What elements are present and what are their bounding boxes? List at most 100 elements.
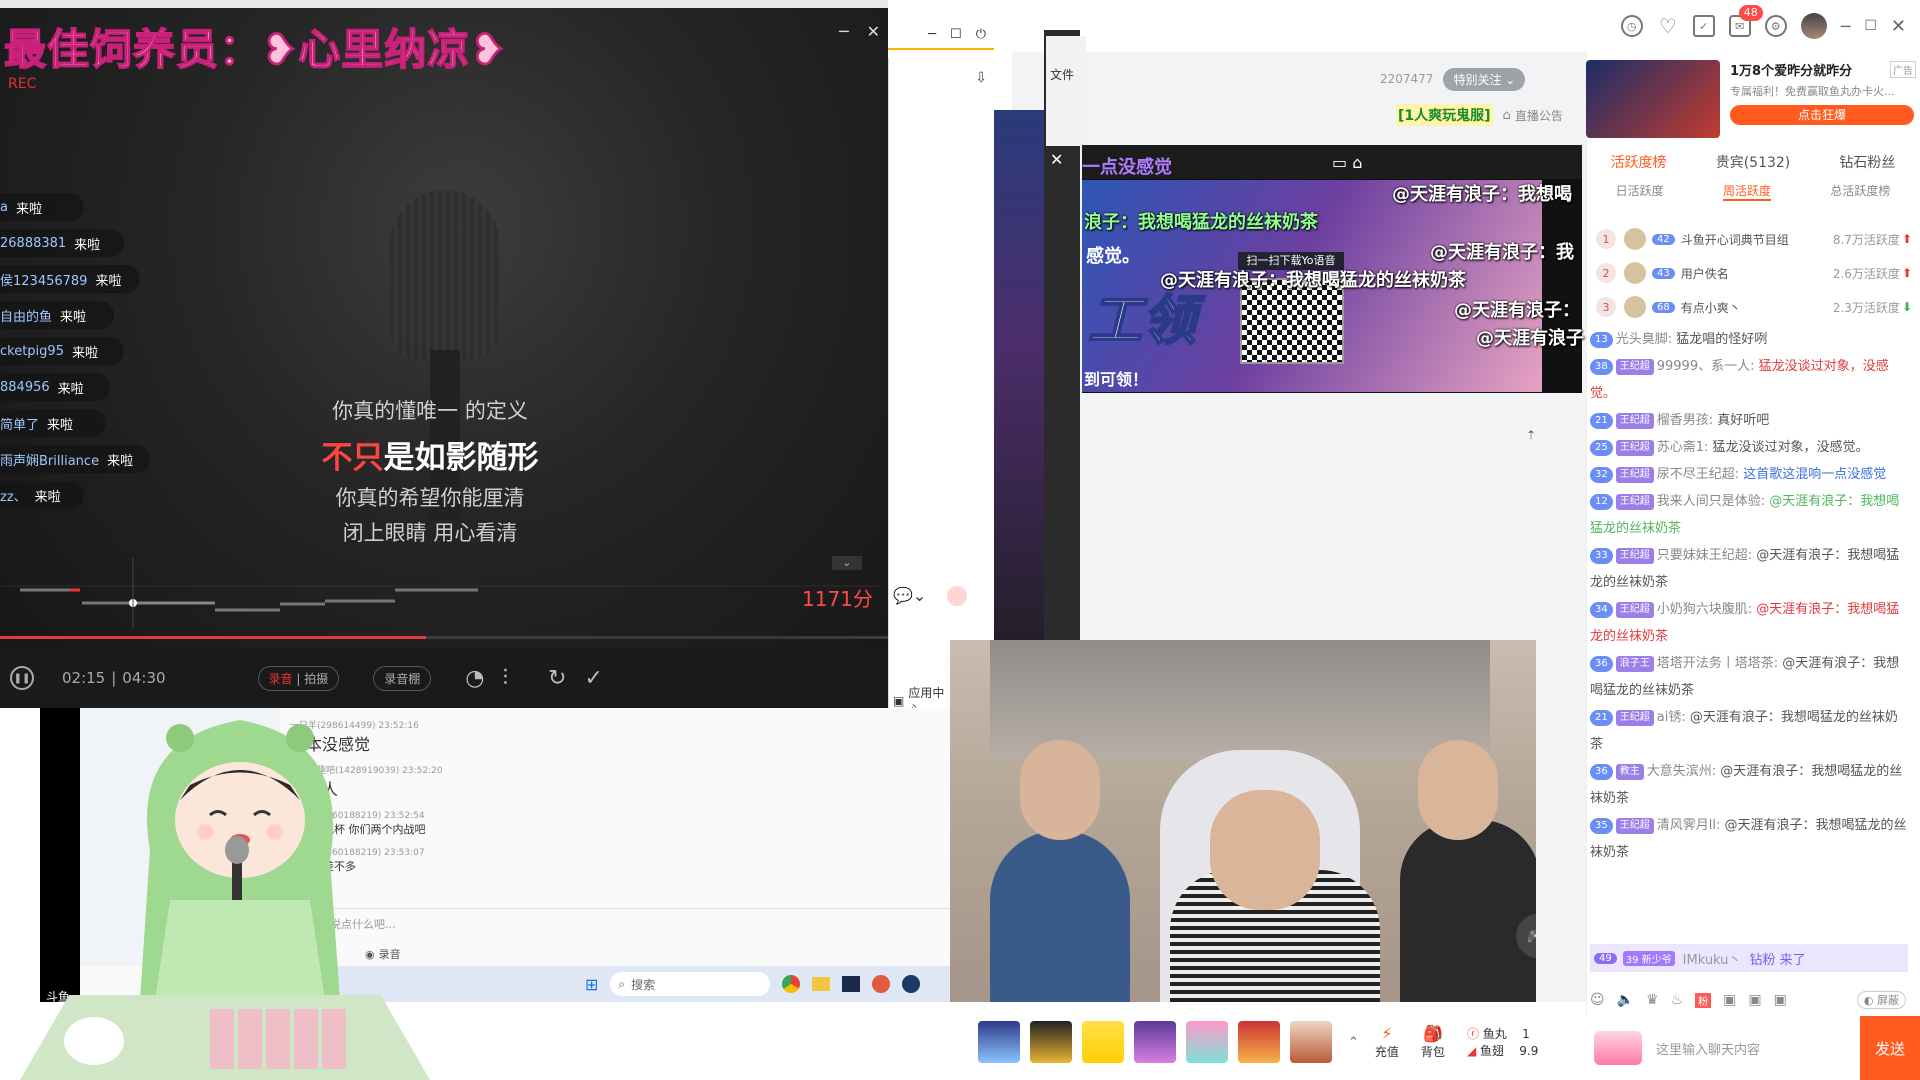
hot-icon[interactable]: ♨ <box>1671 992 1684 1008</box>
gift-item[interactable] <box>1082 1021 1124 1063</box>
hot-word-icon[interactable]: ▣ <box>1748 992 1761 1008</box>
bg-minimize-icon[interactable]: ─ <box>928 27 936 42</box>
shield-toggle[interactable]: ◐ 屏蔽 <box>1856 991 1906 1009</box>
tab-vip[interactable]: 贵宾(5132) <box>1716 152 1791 172</box>
chat-nick[interactable]: 小奶狗六块腹肌: <box>1657 602 1752 617</box>
scroll-top-icon[interactable]: ⇡ <box>1526 428 1536 442</box>
gift-item[interactable] <box>1238 1021 1280 1063</box>
collapse-icon[interactable]: ⌄ <box>832 556 862 570</box>
chat-nick[interactable]: 清风霁月ll: <box>1657 818 1721 833</box>
announcement-link[interactable]: 直播公告 <box>1515 107 1563 124</box>
subtab-weekly[interactable]: 周活跃度 <box>1722 182 1771 201</box>
ad-cta-button[interactable]: 点击狂爆 <box>1730 105 1914 125</box>
chat-bubble-icon[interactable]: 💬⌄ <box>893 586 926 605</box>
send-button[interactable]: 发送 <box>1860 1016 1920 1080</box>
entry-tag-name[interactable]: zz、 <box>0 486 27 505</box>
fan-badge-icon[interactable]: 粉 <box>1695 992 1712 1008</box>
finish-check-icon[interactable]: ✓ <box>584 666 602 691</box>
ranking-row[interactable]: 1 42 斗鱼开心词典节目组 8.7万活跃度 ⬆ <box>1596 222 1912 256</box>
gift-item[interactable] <box>978 1021 1020 1063</box>
subtab-daily[interactable]: 日活跃度 <box>1616 182 1664 201</box>
chat-nick[interactable]: 我来人间只是体验: <box>1657 494 1765 509</box>
entry-tag-name[interactable]: 雨声娴Brilliance <box>0 450 99 469</box>
speaker-icon[interactable]: 🔈 <box>1617 992 1634 1008</box>
chat-nick[interactable]: ai锈: <box>1657 710 1686 725</box>
entry-tag-name[interactable]: 26888381 <box>0 236 66 251</box>
folder-icon[interactable] <box>812 977 831 991</box>
super-icon[interactable]: ▣ <box>1723 992 1736 1008</box>
backpack-button[interactable]: 🎒 背包 <box>1421 1024 1445 1060</box>
chat-message: 25 王纪超 苏心斋1: 猛龙没谈过对象，没感觉。 <box>1590 434 1908 461</box>
ad-banner[interactable]: 1万8个爱昨分就昨分 广告 专属福利！免费赢取鱼丸办卡火... 点击狂爆 <box>1586 56 1920 142</box>
follow-button[interactable]: 特别关注 ⌄ <box>1443 67 1526 91</box>
emoji-icon[interactable]: ☺ <box>1590 992 1605 1008</box>
steam-icon[interactable] <box>902 975 921 993</box>
minimize-icon[interactable]: ─ <box>1841 17 1851 36</box>
chat-nick[interactable]: 榴香男孩: <box>1657 413 1713 428</box>
entry-tag-name[interactable]: 884956 <box>0 380 50 395</box>
recharge-button[interactable]: ⚡ 充值 <box>1375 1024 1399 1060</box>
user-avatar[interactable] <box>1800 13 1827 39</box>
speed-icon[interactable]: ◔ <box>465 666 484 691</box>
gift-item[interactable] <box>1134 1021 1176 1063</box>
chat-nick[interactable]: 光头臭脚: <box>1616 332 1672 347</box>
download-icon[interactable]: ⇩ <box>975 70 987 86</box>
maximize-icon[interactable]: ☐ <box>1864 18 1877 34</box>
karaoke-close-icon[interactable]: ✕ <box>867 22 880 41</box>
favorite-icon[interactable]: ♡ <box>1657 14 1679 38</box>
subtab-total[interactable]: 总活跃度榜 <box>1830 182 1890 201</box>
start-icon[interactable]: ⊞ <box>585 975 598 994</box>
pause-button[interactable]: ❚❚ <box>10 666 34 690</box>
flower-icon[interactable] <box>947 586 967 606</box>
terminal-icon[interactable] <box>842 976 861 992</box>
tab-activity[interactable]: 活跃度榜 <box>1611 152 1667 172</box>
stream-close-icon[interactable]: ✕ <box>1050 150 1063 169</box>
taskbar-search[interactable]: ⌕ 搜索 <box>610 972 771 996</box>
app-icon[interactable] <box>872 975 891 993</box>
tab-diamond-fans[interactable]: 钻石粉丝 <box>1839 152 1895 172</box>
group-message-list: 一只羊(298614499) 23:52:16 日本没感觉 我店乐趣吧(142891… <box>290 718 890 882</box>
entry-tag-name[interactable]: 简单了 <box>0 414 39 433</box>
history-icon[interactable]: ◷ <box>1620 15 1643 37</box>
ranking-row[interactable]: 3 68 有点小爽丶 2.3万活跃度 ⬇ <box>1596 290 1912 324</box>
gift-item[interactable] <box>1290 1021 1332 1063</box>
entry-tag-action: 来啦 <box>95 273 122 289</box>
task-icon[interactable]: ✓ <box>1692 15 1715 37</box>
rank-name: 用户佚名 <box>1680 266 1729 281</box>
equalizer-icon[interactable]: ⫶ <box>502 666 508 691</box>
browser-icon[interactable] <box>782 975 801 993</box>
ad-title: 1万8个爱昨分就昨分 <box>1730 64 1853 79</box>
room-tag[interactable]: [1人爽玩鬼服] <box>1396 104 1493 126</box>
chat-nick[interactable]: 苏心斋1: <box>1657 440 1709 455</box>
enter-nick[interactable]: IMkuku丶 <box>1683 949 1742 968</box>
record-mode-sep: | <box>296 671 301 686</box>
entry-tag-name[interactable]: cketpig95 <box>0 344 64 359</box>
fan-badge: 王纪超 <box>1615 709 1654 726</box>
chat-nick[interactable]: 尿不尽王纪超: <box>1657 467 1739 482</box>
bg-maximize-icon[interactable]: ☐ <box>950 27 962 42</box>
fan-badge: 王纪超 <box>1615 439 1654 456</box>
gift-item[interactable] <box>1186 1021 1228 1063</box>
record-studio-button[interactable]: 录音棚 <box>373 665 432 691</box>
chat-nick[interactable]: 塔塔开法务丨塔塔茶: <box>1657 656 1778 671</box>
gift-more-icon[interactable]: ⌃ <box>1348 1035 1359 1050</box>
record-mode-toggle[interactable]: 录音 | 拍摄 <box>257 665 340 691</box>
ranking-row[interactable]: 2 43 用户佚名 2.6万活跃度 ⬆ <box>1596 256 1912 290</box>
close-icon[interactable]: ✕ <box>1891 16 1906 37</box>
chat-nick[interactable]: 只要妹妹王纪超: <box>1657 548 1752 563</box>
chat-input[interactable]: 这里输入聊天内容 <box>1656 1039 1760 1058</box>
repeat-icon[interactable]: ↻ <box>548 666 566 691</box>
voice-record-button[interactable]: ◉ 录音 <box>365 946 401 962</box>
karaoke-minimize-icon[interactable]: ─ <box>839 22 849 41</box>
chat-nick[interactable]: 99999、系一人: <box>1657 359 1755 374</box>
emote-icon[interactable]: ▣ <box>1774 992 1787 1008</box>
menu-file[interactable]: 文件 <box>1046 36 1086 83</box>
gift-item[interactable] <box>1030 1021 1072 1063</box>
entry-tag-name[interactable]: a <box>0 200 8 215</box>
settings-icon[interactable]: ⚙ <box>1764 15 1787 37</box>
entry-tag-name[interactable]: 自由的鱼 <box>0 306 52 325</box>
chat-nick[interactable]: 大意失滨州: <box>1647 764 1716 779</box>
crown-icon[interactable]: ♛ <box>1646 992 1659 1008</box>
entry-tag-name[interactable]: 侯123456789 <box>0 270 87 289</box>
bg-power-icon[interactable]: ⏻ <box>976 27 986 42</box>
